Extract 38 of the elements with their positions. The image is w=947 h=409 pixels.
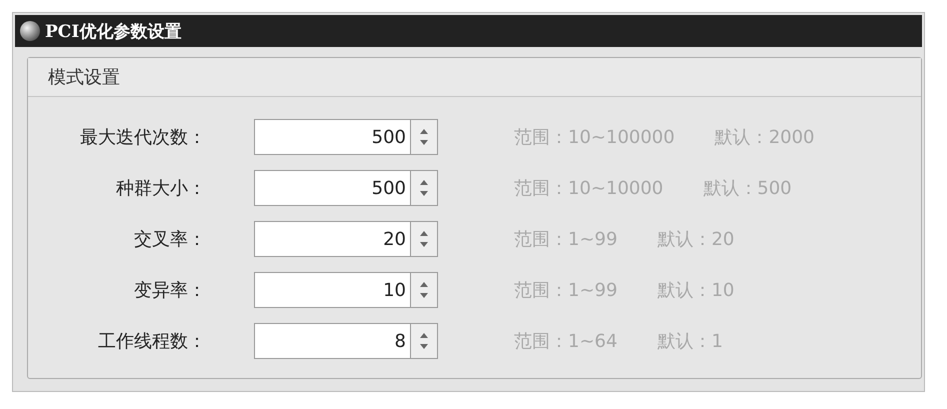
- down-arrow-icon: [420, 242, 428, 247]
- field-label: 最大迭代次数：: [79, 126, 206, 149]
- field-label: 变异率：: [133, 279, 206, 302]
- window-title: PCI优化参数设置: [45, 20, 182, 42]
- down-arrow-icon: [420, 293, 428, 298]
- field-label: 工作线程数：: [97, 330, 206, 353]
- number-field[interactable]: 8: [254, 323, 410, 359]
- spin-arrows[interactable]: [410, 272, 438, 308]
- down-arrow-icon: [420, 344, 428, 349]
- down-arrow-icon: [420, 140, 428, 145]
- up-arrow-icon: [420, 282, 428, 287]
- default-hint: 默认：2000: [714, 126, 815, 149]
- default-hint: 默认：10: [657, 279, 734, 302]
- up-arrow-icon: [420, 231, 428, 236]
- range-hint: 范围：10~100000: [514, 126, 675, 149]
- number-field[interactable]: 500: [254, 119, 410, 155]
- number-field[interactable]: 500: [254, 170, 410, 206]
- default-hint: 默认：500: [703, 177, 792, 200]
- field-label: 交叉率：: [133, 228, 206, 251]
- range-hint: 范围：1~99: [514, 228, 618, 251]
- range-hint: 范围：1~64: [514, 330, 618, 353]
- number-field[interactable]: 20: [254, 221, 410, 257]
- sphere-icon: [19, 20, 41, 42]
- up-arrow-icon: [420, 180, 428, 185]
- spin-arrows[interactable]: [410, 323, 438, 359]
- group-title: 模式设置: [48, 66, 120, 89]
- down-arrow-icon: [420, 191, 428, 196]
- range-hint: 范围：10~10000: [514, 177, 664, 200]
- spin-arrows[interactable]: [410, 170, 438, 206]
- default-hint: 默认：1: [657, 330, 723, 353]
- range-hint: 范围：1~99: [514, 279, 618, 302]
- number-field[interactable]: 10: [254, 272, 410, 308]
- up-arrow-icon: [420, 129, 428, 134]
- default-hint: 默认：20: [657, 228, 734, 251]
- field-label: 种群大小：: [115, 177, 206, 200]
- spin-arrows[interactable]: [410, 221, 438, 257]
- up-arrow-icon: [420, 333, 428, 338]
- spin-arrows[interactable]: [410, 119, 438, 155]
